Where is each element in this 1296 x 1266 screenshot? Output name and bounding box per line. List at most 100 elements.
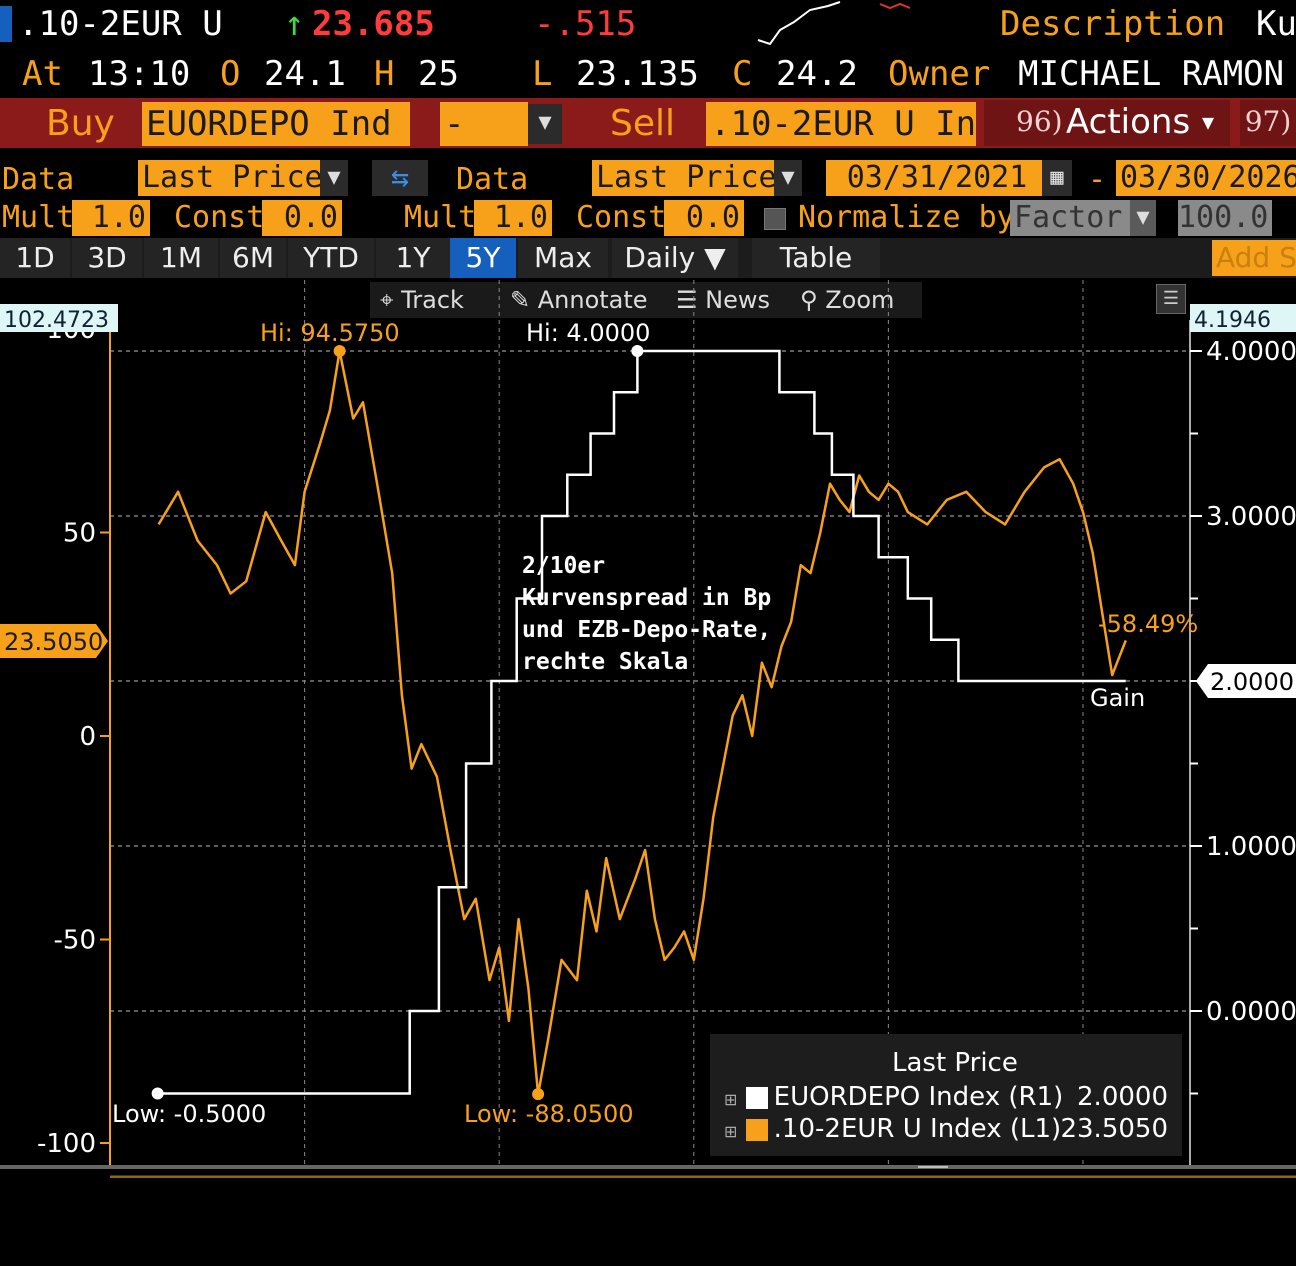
left-tick-label: 50 xyxy=(63,519,96,549)
high-value: 25 xyxy=(418,54,459,94)
mult-label-1: Mult xyxy=(2,200,75,235)
actions-button[interactable]: 96) Actions ▼ xyxy=(984,100,1230,146)
right-last-tag-label: 2.0000 xyxy=(1210,668,1294,696)
legend-row-spread: ⊞ .10-2EUR U Index (L1) xyxy=(724,1114,1061,1144)
close-label: C xyxy=(732,54,753,94)
chart-annotation: 2/10er Kurvenspread in Bp und EZB-Depo-R… xyxy=(522,553,772,675)
ticker-marker xyxy=(0,6,12,42)
left-tick-label: 0 xyxy=(79,722,96,752)
owner-label: Owner xyxy=(888,54,991,94)
normalize-label: Normalize by xyxy=(798,200,1015,235)
right-top-tag-label: 4.1946 xyxy=(1194,308,1271,333)
open-label: O xyxy=(220,54,241,94)
right-tick-label: 1.0000 xyxy=(1206,832,1296,862)
spread-low-marker xyxy=(532,1088,545,1101)
tab-3d[interactable]: 3D xyxy=(72,238,142,278)
mult-field-1[interactable]: 1.0 xyxy=(72,200,150,236)
tab-1y[interactable]: 1Y xyxy=(376,238,450,278)
buy-dropdown-chevron-icon[interactable]: ▼ xyxy=(528,104,562,144)
tab-ytd[interactable]: YTD xyxy=(288,238,374,278)
data-field-2[interactable]: Last Price xyxy=(592,160,774,196)
data-field-1[interactable]: Last Price xyxy=(138,160,322,196)
close-value: 24.2 xyxy=(776,54,858,94)
open-value: 24.1 xyxy=(264,54,346,94)
end-date-field[interactable]: 03/30/2026 xyxy=(1116,160,1296,196)
legend-row-depo: ⊞ EUORDEPO Index (R1) xyxy=(724,1082,1063,1112)
depo-series-line xyxy=(158,349,1126,1095)
chart-legend: Last Price ⊞ EUORDEPO Index (R1) 2.0000 … xyxy=(710,1034,1182,1156)
change-label: -58.49% xyxy=(1098,610,1198,638)
ticker: .10-2EUR U xyxy=(18,4,223,44)
const-field-2[interactable]: 0.0 xyxy=(664,200,744,236)
spread-high-label: Hi: 94.5750 xyxy=(260,319,400,347)
legend-name-depo: EUORDEPO Index (R1) xyxy=(773,1082,1064,1112)
normalize-checkbox[interactable] xyxy=(764,208,786,230)
start-date-field[interactable]: 03/31/2021 xyxy=(826,160,1044,196)
legend-value-spread: 23.5050 xyxy=(1060,1114,1168,1144)
left-last-tag-label: 23.5050 xyxy=(4,628,103,656)
mult-label-2: Mult xyxy=(404,200,477,235)
sell-security-field[interactable]: .10-2EUR U Ind xyxy=(706,102,976,146)
tab-daily[interactable]: Daily ▼ xyxy=(612,238,738,278)
calendar-icon[interactable]: ▦ xyxy=(1042,160,1072,196)
left-top-tag-label: 102.4723 xyxy=(4,308,109,333)
left-tick-label: -50 xyxy=(54,926,96,956)
net-change: -.515 xyxy=(534,4,637,44)
tab-1m[interactable]: 1M xyxy=(144,238,218,278)
last-price: 23.685 xyxy=(312,4,435,44)
const-label-2: Const xyxy=(576,200,667,235)
swap-icon[interactable]: ⇆ xyxy=(372,160,428,196)
buy-extra-field[interactable]: - xyxy=(440,102,528,146)
right-tick-label: 4.0000 xyxy=(1206,337,1296,367)
low-label: L xyxy=(532,54,553,94)
next-action-button[interactable]: 97) xyxy=(1240,100,1296,146)
date-separator: - xyxy=(1088,162,1107,197)
depo-low-label: Low: -0.5000 xyxy=(112,1100,266,1128)
add-security-field[interactable]: Add S xyxy=(1212,240,1296,276)
right-tick-label: 3.0000 xyxy=(1206,502,1296,532)
data-label-2: Data xyxy=(456,162,529,197)
sparkline-icon xyxy=(757,1,911,46)
spread-series-line xyxy=(157,349,1127,1096)
high-label: H xyxy=(374,54,395,94)
actions-label: Actions xyxy=(1066,102,1191,142)
description-label: Description xyxy=(1000,4,1226,44)
legend-expand-icon[interactable]: ⊞ xyxy=(724,1122,737,1141)
tab-1d[interactable]: 1D xyxy=(0,238,70,278)
sell-label: Sell xyxy=(610,103,676,144)
owner-value: MICHAEL RAMON xyxy=(1018,54,1285,94)
left-tick-label: -100 xyxy=(37,1129,96,1159)
spread-low-label: Low: -88.0500 xyxy=(464,1100,634,1128)
tab-table[interactable]: Table xyxy=(752,238,880,278)
up-arrow-icon: ↑ xyxy=(284,4,305,44)
tab-max[interactable]: Max xyxy=(518,238,608,278)
tab-6m[interactable]: 6M xyxy=(220,238,286,278)
actions-chevron-icon: ▼ xyxy=(1202,110,1215,134)
buy-label: Buy xyxy=(46,103,115,144)
legend-value-depo: 2.0000 xyxy=(1077,1082,1168,1112)
data-dropdown-1-chevron-icon[interactable]: ▼ xyxy=(320,160,348,196)
time: 13:10 xyxy=(88,54,191,94)
normalize-chevron-icon[interactable]: ▼ xyxy=(1130,200,1156,236)
factor-field[interactable]: 100.0 xyxy=(1178,200,1272,236)
data-label-1: Data xyxy=(2,162,75,197)
right-tick-label: 0.0000 xyxy=(1206,997,1296,1027)
data-dropdown-2-chevron-icon[interactable]: ▼ xyxy=(774,160,802,196)
depo-low-marker xyxy=(151,1087,164,1100)
low-value: 23.135 xyxy=(576,54,699,94)
legend-expand-icon[interactable]: ⊞ xyxy=(724,1090,737,1109)
description-value: Ku xyxy=(1256,4,1296,44)
gain-label: Gain xyxy=(1090,684,1145,712)
legend-title: Last Price xyxy=(892,1048,1018,1078)
tab-5y[interactable]: 5Y xyxy=(450,238,516,278)
normalize-select[interactable]: Factor xyxy=(1010,200,1130,236)
const-label-1: Const xyxy=(174,200,265,235)
legend-name-spread: .10-2EUR U Index (L1) xyxy=(773,1114,1062,1144)
mult-field-2[interactable]: 1.0 xyxy=(474,200,552,236)
buy-security-field[interactable]: EUORDEPO Ind xyxy=(142,102,410,146)
const-field-1[interactable]: 0.0 xyxy=(262,200,342,236)
legend-swatch-depo xyxy=(745,1086,768,1109)
legend-swatch-spread xyxy=(745,1118,768,1141)
depo-high-label: Hi: 4.0000 xyxy=(526,319,650,347)
actions-number: 96) xyxy=(1016,105,1063,138)
